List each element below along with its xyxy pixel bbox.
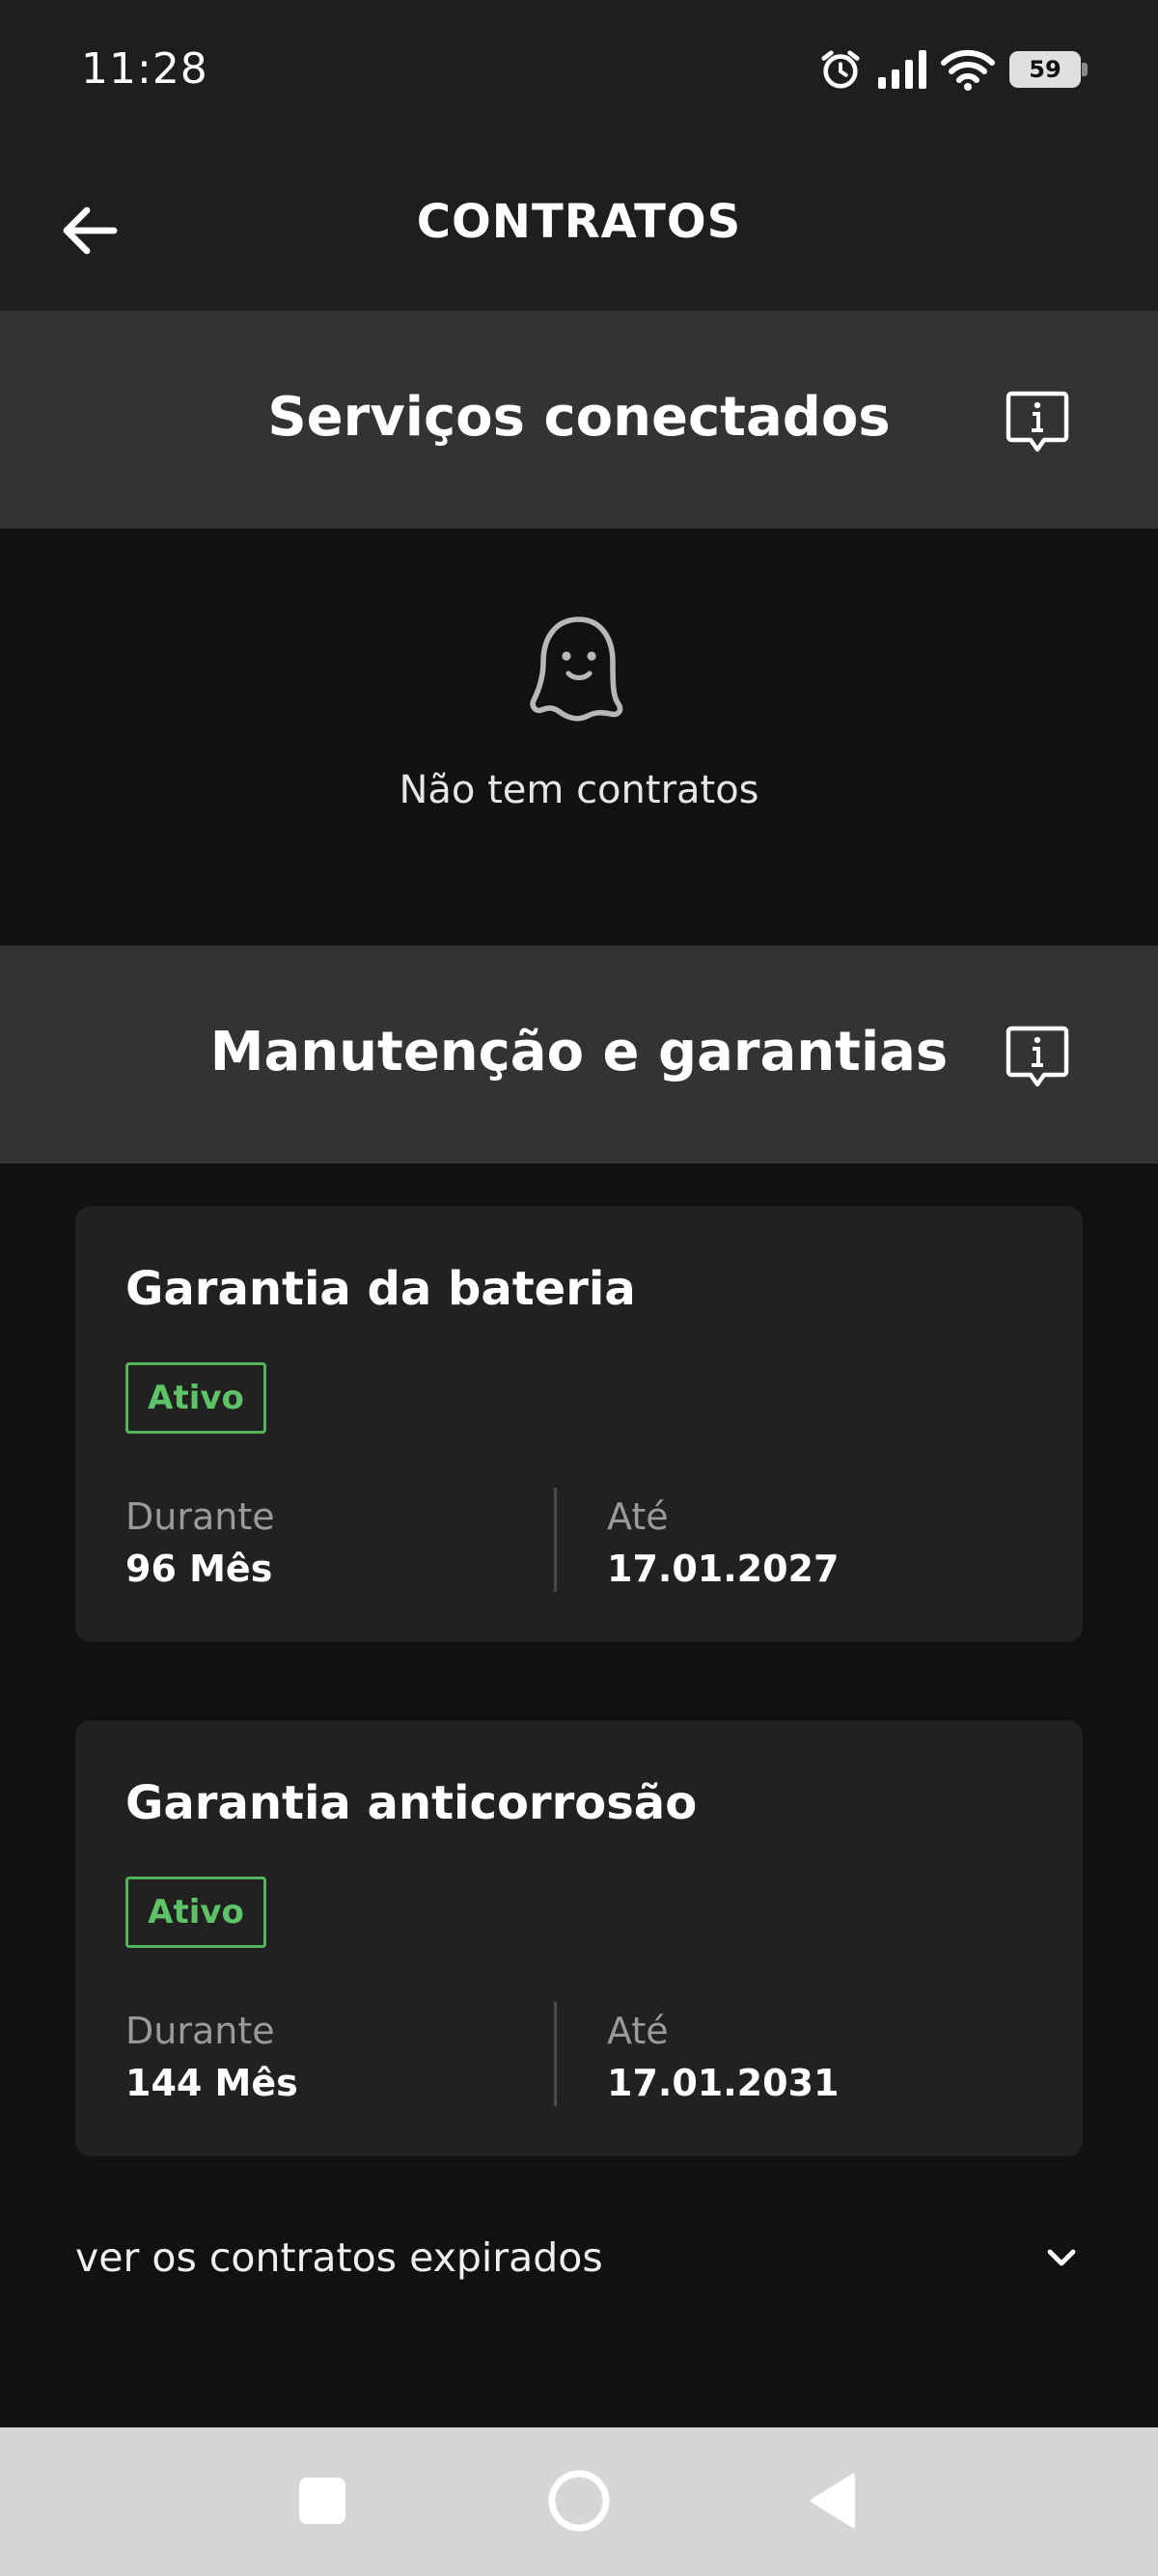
- contract-card-anticorrosion-warranty[interactable]: Garantia anticorrosão Ativo Durante 144 …: [75, 1720, 1083, 2156]
- until-value: 17.01.2027: [607, 1548, 840, 1590]
- duration-label: Durante: [125, 1495, 275, 1538]
- info-button[interactable]: [1004, 388, 1071, 455]
- signal-icon: [878, 50, 926, 89]
- system-nav-bar: [0, 2427, 1158, 2576]
- duration-column: Durante 144 Mês: [125, 2010, 298, 2104]
- until-label: Até: [607, 2010, 669, 2052]
- contract-title: Garantia da bateria: [125, 1262, 636, 1316]
- contract-title: Garantia anticorrosão: [125, 1776, 698, 1830]
- info-icon: [1006, 391, 1069, 452]
- status-badge: Ativo: [125, 1877, 266, 1948]
- section-header-connected-services: Serviços conectados: [0, 311, 1158, 529]
- expired-contracts-label: ver os contratos expirados: [75, 2234, 603, 2281]
- contract-card-battery-warranty[interactable]: Garantia da bateria Ativo Durante 96 Mês…: [75, 1206, 1083, 1642]
- duration-value: 144 Mês: [125, 2062, 298, 2104]
- section-title: Serviços conectados: [267, 386, 891, 449]
- section-header-maintenance: Manutenção e garantias: [0, 945, 1158, 1164]
- status-time: 11:28: [81, 44, 208, 94]
- duration-value: 96 Mês: [125, 1548, 273, 1590]
- expired-contracts-toggle[interactable]: ver os contratos expirados: [75, 2219, 1083, 2296]
- empty-message: Não tem contratos: [399, 768, 759, 812]
- section-title: Manutenção e garantias: [209, 1021, 949, 1083]
- info-button[interactable]: [1004, 1023, 1071, 1090]
- ghost-icon: [530, 617, 623, 722]
- battery-level: 59: [1029, 56, 1062, 83]
- duration-column: Durante 96 Mês: [125, 1495, 275, 1590]
- empty-state: Não tem contratos: [0, 529, 1158, 945]
- info-icon: [1006, 1026, 1069, 1087]
- status-badge: Ativo: [125, 1362, 266, 1434]
- chevron-down-icon: [1047, 2249, 1076, 2266]
- until-label: Até: [607, 1495, 669, 1538]
- wifi-icon: [941, 49, 995, 91]
- app-bar: CONTRATOS: [0, 145, 1158, 311]
- alarm-icon: [821, 50, 860, 89]
- until-column: Até 17.01.2027: [607, 1495, 839, 1590]
- until-column: Até 17.01.2031: [607, 2010, 839, 2104]
- battery-icon: 59: [1009, 51, 1088, 88]
- until-value: 17.01.2031: [607, 2062, 840, 2104]
- status-icons: 59: [818, 42, 1088, 96]
- back-icon[interactable]: [809, 2472, 857, 2530]
- recents-icon[interactable]: [299, 2478, 345, 2524]
- page-title: CONTRATOS: [416, 195, 742, 249]
- divider: [554, 1488, 557, 1592]
- duration-label: Durante: [125, 2010, 275, 2052]
- status-bar: 11:28 59: [0, 0, 1158, 145]
- home-icon[interactable]: [547, 2469, 611, 2533]
- divider: [554, 2002, 557, 2106]
